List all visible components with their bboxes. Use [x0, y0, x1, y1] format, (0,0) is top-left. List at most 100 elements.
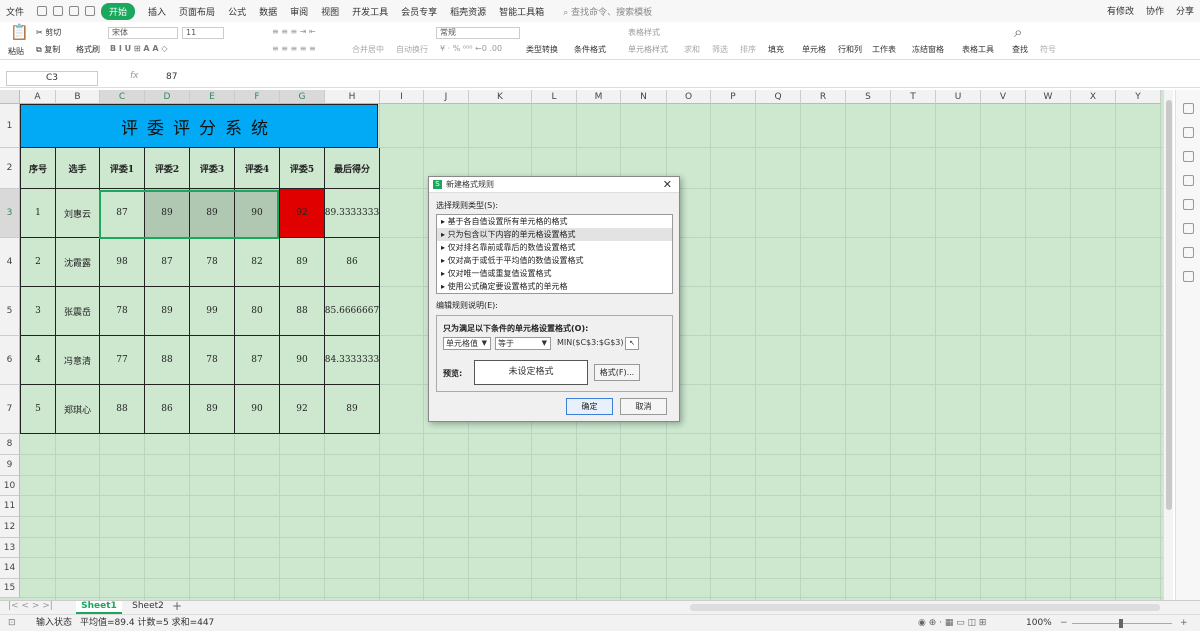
merge-center-button[interactable]: 合并居中 — [352, 44, 384, 55]
font-size-select[interactable]: 11 — [182, 27, 224, 39]
add-sheet-icon[interactable]: + — [172, 599, 182, 613]
zoom-level[interactable]: 100% — [1026, 615, 1052, 631]
search-icon[interactable]: ⌕ — [1014, 25, 1022, 40]
find-button[interactable]: 查找 — [1012, 44, 1028, 55]
data-cell[interactable]: 冯意清 — [56, 336, 100, 385]
column-header-X[interactable]: X — [1071, 90, 1116, 104]
font-select[interactable]: 宋体 — [108, 27, 178, 39]
panel-icon-2[interactable] — [1182, 127, 1194, 138]
worksheet-button[interactable]: 工作表 — [872, 44, 896, 55]
panel-icon-4[interactable] — [1182, 175, 1194, 186]
column-header-S[interactable]: S — [846, 90, 891, 104]
select-all-corner[interactable] — [0, 90, 20, 104]
data-cell[interactable]: 87 — [235, 336, 280, 385]
horizontal-scrollbar[interactable] — [690, 604, 1160, 611]
column-header-V[interactable]: V — [981, 90, 1026, 104]
data-cell[interactable]: 78 — [190, 336, 235, 385]
share-button[interactable]: 分享 — [1176, 4, 1194, 17]
sort-button[interactable]: 排序 — [740, 44, 756, 55]
header-cell[interactable]: 评委4 — [235, 148, 280, 189]
row-header-14[interactable]: 14 — [0, 558, 20, 579]
bold-italic-underline-icons[interactable]: B I U ⊞ A A ◇ — [110, 44, 168, 53]
column-header-L[interactable]: L — [532, 90, 577, 104]
data-cell[interactable]: 86 — [325, 238, 380, 287]
changes-button[interactable]: 有修改 — [1107, 4, 1134, 17]
row-header-2[interactable]: 2 — [0, 148, 20, 189]
data-cell[interactable]: 1 — [20, 189, 56, 238]
column-header-Q[interactable]: Q — [756, 90, 801, 104]
header-cell[interactable]: 评委3 — [190, 148, 235, 189]
data-cell[interactable]: 80 — [235, 287, 280, 336]
header-cell[interactable]: 评委1 — [100, 148, 145, 189]
tab-review[interactable]: 审阅 — [290, 5, 308, 18]
rule-type-item[interactable]: ▸ 基于各自值设置所有单元格的格式 — [437, 215, 672, 228]
data-cell[interactable]: 85.6666667 — [325, 287, 380, 336]
row-header-5[interactable]: 5 — [0, 287, 20, 336]
data-cell[interactable]: 89 — [280, 238, 325, 287]
tab-formula[interactable]: 公式 — [228, 5, 246, 18]
file-menu[interactable]: 文件 — [6, 5, 24, 18]
rule-type-item[interactable]: ▸ 仅对唯一值或重复值设置格式 — [437, 267, 672, 280]
format-painter-button[interactable]: 格式刷 — [76, 44, 100, 55]
tab-docer[interactable]: 稻壳资源 — [450, 5, 486, 18]
cell-style-button[interactable]: 单元格样式 — [628, 44, 668, 55]
row-header-15[interactable]: 15 — [0, 579, 20, 598]
sheet-nav-arrows[interactable]: |< < > >| — [8, 601, 53, 611]
column-header-K[interactable]: K — [469, 90, 532, 104]
column-header-P[interactable]: P — [711, 90, 756, 104]
column-header-Y[interactable]: Y — [1116, 90, 1161, 104]
tab-member[interactable]: 会员专享 — [401, 5, 437, 18]
panel-icon-3[interactable] — [1182, 151, 1194, 162]
sheet-tab-1[interactable]: Sheet1 — [76, 601, 122, 614]
column-header-C[interactable]: C — [100, 90, 145, 104]
row-header-3[interactable]: 3 — [0, 189, 20, 238]
filter-button[interactable]: 筛选 — [712, 44, 728, 55]
data-cell[interactable]: 89 — [145, 189, 190, 238]
tab-smart-toolbox[interactable]: 智能工具箱 — [499, 5, 544, 18]
tab-home[interactable]: 开始 — [101, 2, 136, 20]
data-cell[interactable]: 90 — [280, 336, 325, 385]
row-header-9[interactable]: 9 — [0, 455, 20, 476]
data-cell[interactable]: 88 — [280, 287, 325, 336]
column-header-O[interactable]: O — [667, 90, 711, 104]
rule-type-list[interactable]: ▸ 基于各自值设置所有单元格的格式 ▸ 只为包含以下内容的单元格设置格式 ▸ 仅… — [436, 214, 673, 294]
data-cell[interactable]: 99 — [190, 287, 235, 336]
fill-button[interactable]: 填充 — [768, 44, 784, 55]
column-header-H[interactable]: H — [325, 90, 380, 104]
redo-icon[interactable] — [85, 6, 96, 16]
rule-type-item[interactable]: ▸ 仅对高于或低于平均值的数值设置格式 — [437, 254, 672, 267]
paste-icon[interactable]: 📋 — [10, 25, 29, 40]
row-header-13[interactable]: 13 — [0, 538, 20, 558]
view-mode-icons[interactable]: ◉ ⊕ · ▦ ▭ ◫ ⊞ — [918, 615, 986, 631]
sum-button[interactable]: 求和 — [684, 44, 700, 55]
column-header-N[interactable]: N — [621, 90, 667, 104]
data-cell[interactable]: 92 — [280, 189, 325, 238]
formula-input[interactable]: 87 — [166, 71, 177, 84]
formula-field[interactable]: MIN($C$3:$G$3) — [555, 337, 624, 350]
sheet-tab-2[interactable]: Sheet2 — [128, 601, 168, 611]
data-cell[interactable]: 88 — [100, 385, 145, 434]
sheet-title-cell[interactable]: 评委评分系统 — [20, 104, 378, 148]
data-cell[interactable]: 78 — [190, 238, 235, 287]
command-search[interactable]: ⌕ 查找命令、搜索模板 — [563, 5, 652, 18]
column-header-G[interactable]: G — [280, 90, 325, 104]
data-cell[interactable]: 88 — [145, 336, 190, 385]
column-header-T[interactable]: T — [891, 90, 936, 104]
panel-icon-6[interactable] — [1182, 223, 1194, 234]
panel-icon-5[interactable] — [1182, 199, 1194, 210]
data-cell[interactable]: 郑琪心 — [56, 385, 100, 434]
table-tools-button[interactable]: 表格工具 — [962, 44, 994, 55]
data-cell[interactable]: 82 — [235, 238, 280, 287]
column-header-F[interactable]: F — [235, 90, 280, 104]
row-header-4[interactable]: 4 — [0, 238, 20, 287]
data-cell[interactable]: 张震岳 — [56, 287, 100, 336]
data-cell[interactable]: 89.3333333 — [325, 189, 380, 238]
print-icon[interactable] — [53, 6, 64, 16]
row-col-button[interactable]: 行和列 — [838, 44, 862, 55]
data-cell[interactable]: 刘惠云 — [56, 189, 100, 238]
data-cell[interactable]: 2 — [20, 238, 56, 287]
column-header-D[interactable]: D — [145, 90, 190, 104]
data-cell[interactable]: 89 — [325, 385, 380, 434]
row-header-12[interactable]: 12 — [0, 517, 20, 538]
column-header-M[interactable]: M — [577, 90, 621, 104]
